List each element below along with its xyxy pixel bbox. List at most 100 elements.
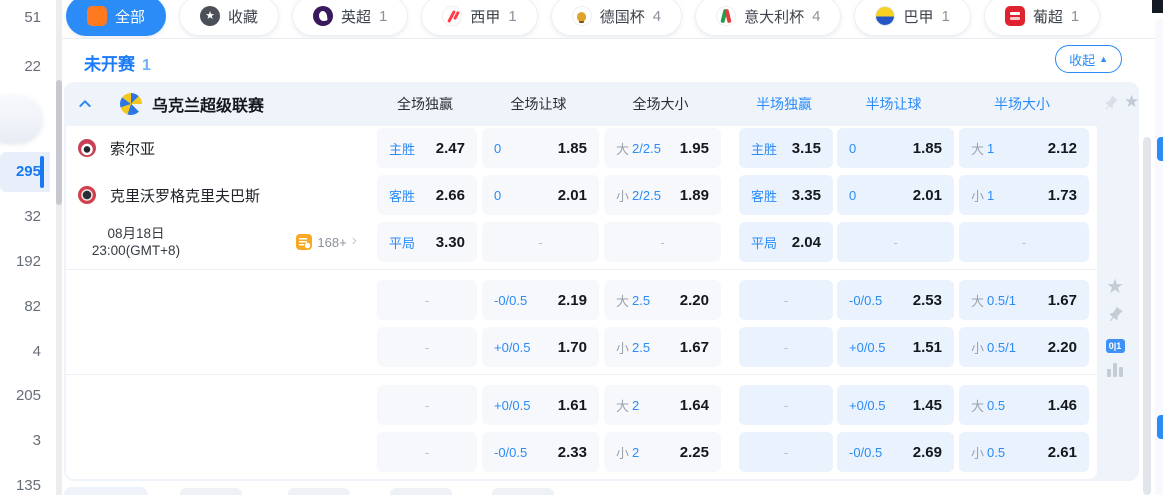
odds-cell[interactable]: 小 0.5 2.61 xyxy=(959,432,1089,472)
odds-cell[interactable]: 小 2 2.25 xyxy=(604,432,721,472)
league-title-block[interactable]: 乌克兰超级联赛 xyxy=(64,92,375,116)
section-title-text: 未开赛 xyxy=(84,55,135,74)
odds-cell[interactable]: 大 2.5 2.20 xyxy=(604,280,721,320)
pin-icon[interactable] xyxy=(1102,95,1119,117)
tab-brasileirao[interactable]: 巴甲 1 xyxy=(854,0,971,36)
odds-cell[interactable]: -0/0.5 2.69 xyxy=(837,432,954,472)
over-under-label: 大 xyxy=(971,141,985,157)
primeira-liga-icon xyxy=(1004,6,1025,26)
column-header: 半场大小 xyxy=(994,96,1050,112)
odds-cell[interactable]: 小 1 1.73 xyxy=(959,175,1089,215)
odds-cell[interactable]: - xyxy=(377,385,477,425)
no-odds-dash: - xyxy=(783,292,789,308)
odds-cell[interactable]: 小 0.5/1 2.20 xyxy=(959,327,1089,367)
odds-cell[interactable]: 大 2 1.64 xyxy=(604,385,721,425)
sidebar-league-count[interactable]: 3 xyxy=(0,423,50,459)
odds-cell[interactable]: - xyxy=(739,432,833,472)
sidebar-league-count[interactable]: 205 xyxy=(0,378,50,414)
handicap-line: +0/0.5 xyxy=(849,397,886,413)
sidebar-league-count[interactable]: 82 xyxy=(0,289,50,325)
tab-all-grid[interactable]: 全部 xyxy=(66,0,167,36)
odds-cell[interactable]: 大 0.5 1.46 xyxy=(959,385,1089,425)
collapse-chevron-up-icon[interactable] xyxy=(77,96,93,112)
odds-cell[interactable]: +0/0.5 1.45 xyxy=(837,385,954,425)
odds-cell[interactable]: 0 1.85 xyxy=(482,128,599,168)
odds-cell[interactable]: - xyxy=(377,280,477,320)
cutoff-blue-element-top xyxy=(1157,137,1163,161)
over-under-label: 小 xyxy=(971,340,985,356)
odds-cell[interactable]: 大 1 2.12 xyxy=(959,128,1089,168)
odds-cell[interactable]: 0 2.01 xyxy=(482,175,599,215)
tab-german-cup[interactable]: 德国杯 4 xyxy=(550,0,683,36)
more-markets-link[interactable]: 168+ › xyxy=(296,233,357,250)
odds-card: 乌克兰超级联赛 全场独赢 全场让球 全场大小 半场独赢 半场让球 半场大小 ★ 索尔亚 主胜… xyxy=(64,82,1151,495)
odds-cell[interactable]: -0/0.5 2.33 xyxy=(482,432,599,472)
odds-cell[interactable]: 小 2.5 1.67 xyxy=(604,327,721,367)
odds-cell[interactable]: +0/0.5 1.51 xyxy=(837,327,954,367)
match-info-cell[interactable]: 索尔亚 xyxy=(66,128,377,168)
match-info-cell[interactable]: 08月18日 23:00(GMT+8) 168+ › xyxy=(66,222,377,262)
no-odds-dash: - xyxy=(538,234,543,250)
handicap-line: +0/0.5 xyxy=(849,339,886,355)
tab-coppa-italia[interactable]: 意大利杯 4 xyxy=(695,0,842,36)
odds-cell[interactable]: - xyxy=(377,432,477,472)
odds-cell[interactable]: 平局 2.04 xyxy=(739,222,833,262)
odds-cell[interactable]: 客胜 2.66 xyxy=(377,175,477,215)
no-odds-dash: - xyxy=(424,397,430,413)
odds-cell[interactable]: - xyxy=(739,280,833,320)
next-section-cell-cutoff xyxy=(492,488,554,495)
odds-cell[interactable]: 0 2.01 xyxy=(837,175,954,215)
odds-value: 2.53 xyxy=(912,291,942,309)
tab-count: 4 xyxy=(812,7,821,25)
odds-cell[interactable]: +0/0.5 1.61 xyxy=(482,385,599,425)
odds-cell[interactable]: - xyxy=(959,222,1089,262)
pushpin-icon[interactable] xyxy=(1106,306,1124,329)
collapse-button[interactable]: 收起 ▲ xyxy=(1055,45,1122,73)
odds-cell[interactable]: 客胜 3.35 xyxy=(739,175,833,215)
over-under-label: 大 xyxy=(616,141,630,157)
sidebar-league-count[interactable]: 51 xyxy=(0,0,50,36)
odds-cell[interactable]: +0/0.5 1.70 xyxy=(482,327,599,367)
odds-cell[interactable]: - xyxy=(837,222,954,262)
tab-count: 1 xyxy=(379,7,388,25)
odds-cell[interactable]: -0/0.5 2.19 xyxy=(482,280,599,320)
goal-line: 0.5 xyxy=(987,444,1006,460)
match-datetime: 08月18日 23:00(GMT+8) xyxy=(91,226,181,258)
odds-cell[interactable]: 大 2/2.5 1.95 xyxy=(604,128,721,168)
sidebar-league-count[interactable]: 22 xyxy=(0,49,50,85)
score-badge[interactable]: 0|1 xyxy=(1105,339,1125,353)
card-scrollbar-thumb[interactable] xyxy=(1143,137,1151,495)
over-under-label: 小 xyxy=(971,445,985,461)
no-odds-dash: - xyxy=(424,339,430,355)
sidebar-cutoff-pill xyxy=(0,95,42,142)
outcome-label: 主胜 xyxy=(389,141,416,157)
stats-chart-icon[interactable] xyxy=(1107,363,1123,377)
odds-cell[interactable]: 平局 3.30 xyxy=(377,222,477,262)
odds-cell[interactable]: - xyxy=(604,222,721,262)
odds-cell[interactable]: 主胜 3.15 xyxy=(739,128,833,168)
odds-cell[interactable]: - xyxy=(482,222,599,262)
tab-primeira-liga[interactable]: 葡超 1 xyxy=(983,0,1101,36)
odds-cell[interactable]: 主胜 2.47 xyxy=(377,128,477,168)
sidebar-league-count[interactable]: 192 xyxy=(0,244,50,280)
odds-cell[interactable]: - xyxy=(739,385,833,425)
sidebar-league-count[interactable]: 32 xyxy=(0,199,50,235)
odds-cell[interactable]: 0 1.85 xyxy=(837,128,954,168)
ukraine-league-icon xyxy=(120,93,142,115)
favorite-star-icon[interactable]: ★ xyxy=(1106,277,1124,297)
outcome-label: 平局 xyxy=(389,235,416,251)
sidebar-league-count[interactable]: 4 xyxy=(0,334,50,370)
odds-cell[interactable]: - xyxy=(377,327,477,367)
odds-cell[interactable]: 大 0.5/1 1.67 xyxy=(959,280,1089,320)
odds-cell[interactable]: 小 2/2.5 1.89 xyxy=(604,175,721,215)
tab-favorites-star[interactable]: ★ 收藏 xyxy=(179,0,280,36)
league-sidebar: 51 22 295 32 192 82 4 205 3 135 xyxy=(0,0,56,495)
sidebar-league-count[interactable]: 295 xyxy=(0,152,50,192)
odds-cell[interactable]: -0/0.5 2.53 xyxy=(837,280,954,320)
odds-cell[interactable]: - xyxy=(739,327,833,367)
sidebar-league-count[interactable]: 135 xyxy=(0,468,50,495)
tab-laliga[interactable]: 西甲 1 xyxy=(421,0,538,36)
match-info-cell[interactable]: 克里沃罗格克里夫巴斯 xyxy=(66,175,377,215)
tab-premier-league[interactable]: 英超 1 xyxy=(292,0,409,36)
star-icon[interactable]: ★ xyxy=(1124,92,1139,112)
